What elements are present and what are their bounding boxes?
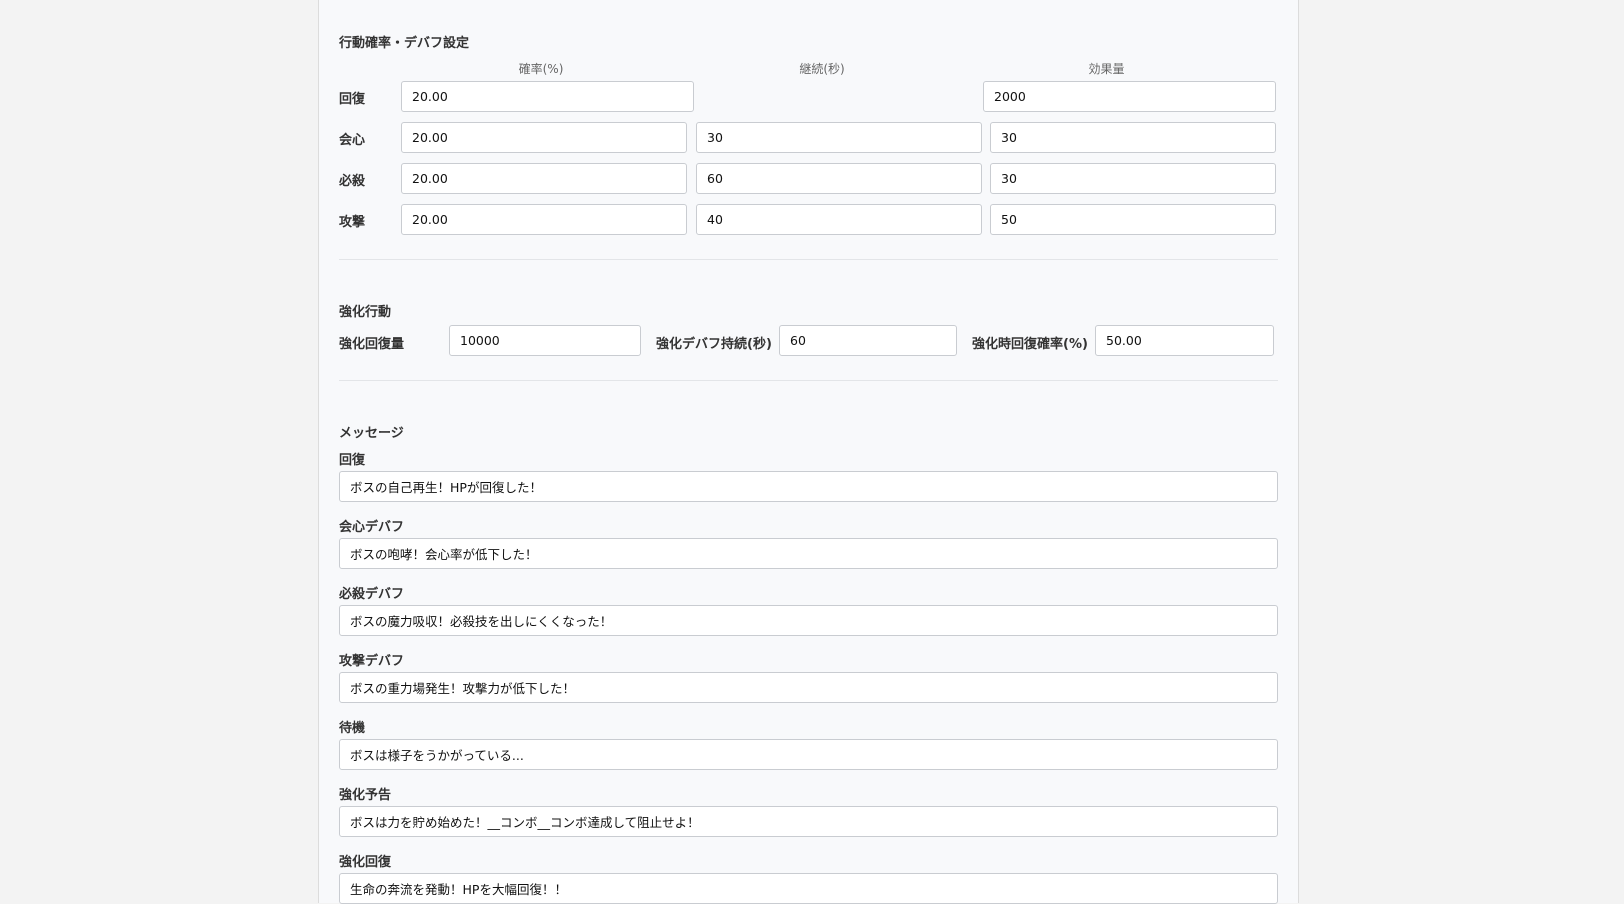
message-label-attack-debuff: 攻撃デバフ xyxy=(339,654,405,669)
message-label-critical-debuff: 会心デバフ xyxy=(339,520,405,535)
row-label-heal: 回復 xyxy=(339,92,366,107)
message-attack-debuff-input[interactable] xyxy=(339,672,1278,703)
message-special-debuff-input[interactable] xyxy=(339,605,1278,636)
special-amount-input[interactable] xyxy=(990,163,1276,194)
attack-probability-input[interactable] xyxy=(401,204,687,235)
message-label-enhance-warning: 強化予告 xyxy=(339,788,392,803)
enhanced-action-title: 強化行動 xyxy=(339,305,392,320)
column-header-probability: 確率(%) xyxy=(518,62,564,76)
message-heal-input[interactable] xyxy=(339,471,1278,502)
message-label-special-debuff: 必殺デバフ xyxy=(339,587,405,602)
heal-amount-input[interactable] xyxy=(983,81,1276,112)
special-duration-input[interactable] xyxy=(696,163,982,194)
enhanced-heal-amount-label: 強化回復量 xyxy=(339,337,405,352)
row-label-special: 必殺 xyxy=(339,174,366,189)
messages-title: メッセージ xyxy=(339,426,404,441)
attack-amount-input[interactable] xyxy=(990,204,1276,235)
message-label-enhance-heal: 強化回復 xyxy=(339,855,392,870)
divider xyxy=(339,380,1278,381)
critical-probability-input[interactable] xyxy=(401,122,687,153)
action-settings-title: 行動確率・デバフ設定 xyxy=(339,36,470,51)
heal-probability-input[interactable] xyxy=(401,81,694,112)
message-label-wait: 待機 xyxy=(339,721,366,736)
enhanced-heal-probability-label: 強化時回復確率(%) xyxy=(972,337,1088,352)
special-probability-input[interactable] xyxy=(401,163,687,194)
message-critical-debuff-input[interactable] xyxy=(339,538,1278,569)
row-label-critical: 会心 xyxy=(339,133,366,148)
enhanced-debuff-duration-input[interactable] xyxy=(779,325,957,356)
message-label-heal: 回復 xyxy=(339,453,366,468)
enhanced-debuff-duration-label: 強化デバフ持続(秒) xyxy=(656,337,772,352)
attack-duration-input[interactable] xyxy=(696,204,982,235)
enhanced-heal-amount-input[interactable] xyxy=(449,325,641,356)
message-enhance-heal-input[interactable] xyxy=(339,873,1278,904)
settings-panel: 行動確率・デバフ設定 確率(%) 継続(秒) 効果量 回復 会心 必殺 攻撃 強… xyxy=(318,0,1299,904)
message-enhance-warning-input[interactable] xyxy=(339,806,1278,837)
critical-duration-input[interactable] xyxy=(696,122,982,153)
enhanced-heal-probability-input[interactable] xyxy=(1095,325,1274,356)
critical-amount-input[interactable] xyxy=(990,122,1276,153)
row-label-attack: 攻撃 xyxy=(339,215,366,230)
column-header-amount: 効果量 xyxy=(1088,62,1125,76)
message-wait-input[interactable] xyxy=(339,739,1278,770)
divider xyxy=(339,259,1278,260)
column-header-duration: 継続(秒) xyxy=(799,62,845,76)
